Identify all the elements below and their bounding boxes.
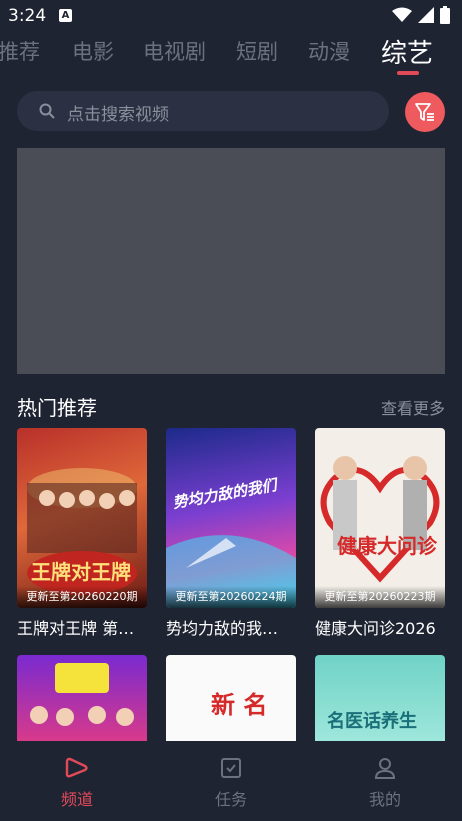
tab-variety[interactable]: 综艺 [381, 36, 433, 70]
video-poster: 名医话养生 [315, 655, 445, 741]
video-poster: 健康大问诊 更新至第20260223期 [315, 428, 445, 608]
video-poster: 王牌对王牌 更新至第20260220期 [17, 428, 147, 608]
nav-profile[interactable]: 我的 [335, 756, 435, 810]
video-card[interactable]: 王牌对王牌 更新至第20260220期 王牌对王牌 第… [17, 428, 147, 639]
poster-art [320, 456, 440, 583]
signal-icon [418, 7, 434, 23]
poster-title-text: 名医话养生 [327, 711, 417, 732]
person-icon [374, 758, 396, 779]
tab-movie[interactable]: 电影 [72, 36, 114, 66]
bottom-navigation: 频道 任务 我的 [0, 741, 462, 821]
video-title: 健康大问诊2026 [315, 619, 436, 638]
video-poster: 新 名 [166, 655, 296, 741]
video-poster [17, 655, 147, 741]
view-more-link[interactable]: 查看更多 [381, 395, 445, 419]
task-icon [221, 758, 241, 778]
poster-title-text: 健康大问诊 [337, 534, 437, 558]
nav-channel-label: 频道 [60, 790, 93, 809]
tab-short[interactable]: 短剧 [236, 36, 278, 66]
section-title: 热门推荐 [17, 396, 97, 420]
video-card[interactable]: 新 名 [166, 655, 296, 741]
search-bar[interactable]: 点击搜索视频 [17, 91, 389, 131]
tab-anime[interactable]: 动漫 [308, 36, 350, 66]
video-title: 势均力敌的我… [166, 619, 279, 638]
update-badge: 更新至第20260224期 [166, 586, 296, 608]
status-bar: 3:24 A [0, 0, 462, 32]
nav-tasks-label: 任务 [214, 790, 247, 809]
video-card[interactable] [17, 655, 147, 741]
poster-art [30, 663, 134, 726]
system-icons [392, 6, 450, 24]
nav-tasks[interactable]: 任务 [181, 756, 281, 810]
update-badge: 更新至第20260223期 [315, 586, 445, 608]
category-tabs: 推荐 电影 电视剧 短剧 动漫 综艺 [0, 36, 462, 76]
notification-a-icon: A [59, 9, 72, 22]
wifi-icon [392, 7, 412, 22]
video-card[interactable]: 名医话养生 [315, 655, 445, 741]
banner-placeholder[interactable] [17, 148, 445, 374]
filter-button[interactable] [405, 92, 445, 132]
filter-icon [415, 103, 434, 121]
poster-title-text: 新 名 [211, 691, 268, 719]
play-icon [65, 757, 88, 778]
update-badge: 更新至第20260220期 [17, 586, 147, 608]
search-icon [39, 103, 55, 119]
video-poster: 势均力敌的我们 更新至第20260224期 [166, 428, 296, 608]
tab-tv[interactable]: 电视剧 [143, 36, 206, 66]
search-placeholder: 点击搜索视频 [67, 105, 169, 125]
video-title: 王牌对王牌 第… [17, 619, 135, 638]
active-tab-indicator [397, 71, 419, 75]
poster-art [166, 535, 296, 608]
poster-title-text: 王牌对王牌 [31, 560, 131, 584]
nav-profile-label: 我的 [368, 790, 401, 809]
battery-icon [440, 6, 450, 24]
video-card[interactable]: 健康大问诊 更新至第20260223期 健康大问诊2026 [315, 428, 445, 639]
nav-channel[interactable]: 频道 [27, 756, 127, 810]
video-card[interactable]: 势均力敌的我们 更新至第20260224期 势均力敌的我… [166, 428, 296, 639]
status-time: 3:24 [8, 6, 47, 26]
tab-recommend[interactable]: 推荐 [0, 36, 40, 66]
